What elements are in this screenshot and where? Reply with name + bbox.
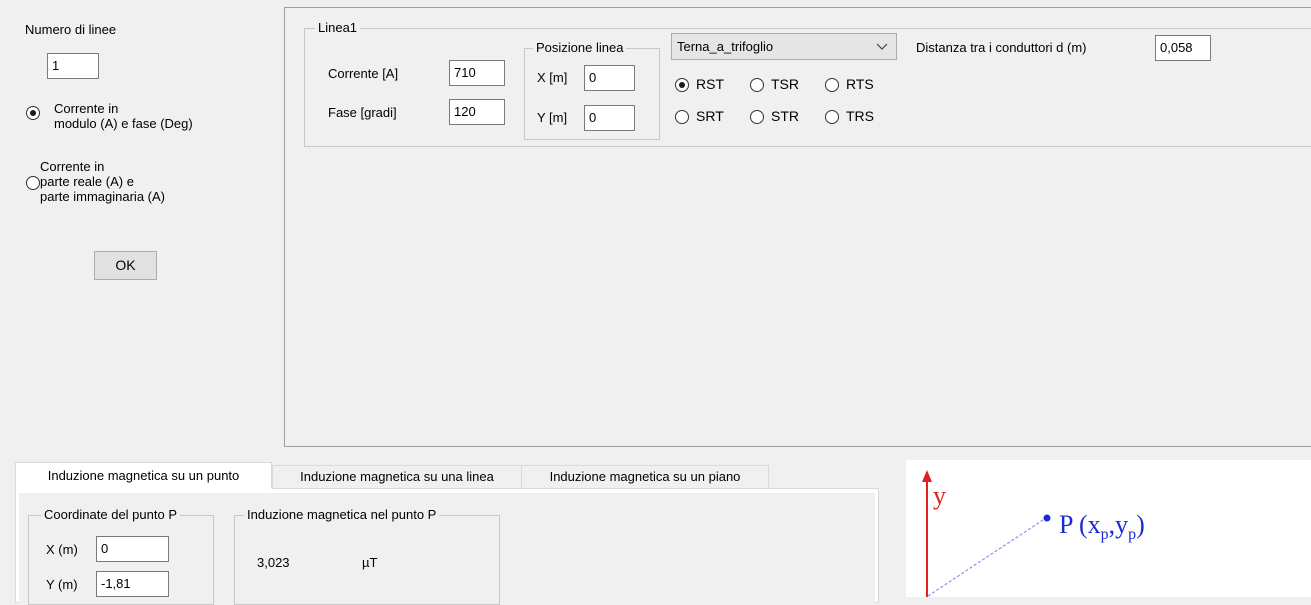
chevron-down-icon bbox=[876, 43, 888, 50]
point-x-label: X (m) bbox=[46, 542, 78, 557]
phase-order-radio-rts[interactable] bbox=[825, 78, 839, 92]
phase-order-radio-trs[interactable] bbox=[825, 110, 839, 124]
mode-label-modulo-fase: Corrente in modulo (A) e fase (Deg) bbox=[54, 101, 193, 131]
mode-label-reale-immag: Corrente in parte reale (A) e parte imma… bbox=[40, 159, 165, 204]
y-axis-arrow-icon bbox=[922, 470, 932, 482]
coordinate-diagram: y P (xp,yp) bbox=[906, 460, 1311, 597]
induction-group-title: Induzione magnetica nel punto P bbox=[244, 507, 440, 522]
config-select[interactable]: Terna_a_trifoglio bbox=[671, 33, 897, 60]
current-label: Corrente [A] bbox=[328, 66, 399, 81]
phase-order-label-rst: RST bbox=[696, 76, 724, 92]
mode-radio-reale-immag[interactable] bbox=[26, 176, 40, 190]
ok-button[interactable]: OK bbox=[94, 251, 157, 280]
tab-line[interactable]: Induzione magnetica su una linea bbox=[272, 465, 522, 489]
tab-plane[interactable]: Induzione magnetica su un piano bbox=[521, 465, 769, 489]
induction-unit: µT bbox=[362, 555, 378, 570]
phase-order-label-trs: TRS bbox=[846, 108, 874, 124]
phase-order-radio-str[interactable] bbox=[750, 110, 764, 124]
position-y-input[interactable]: 0 bbox=[584, 105, 635, 131]
tab-point[interactable]: Induzione magnetica su un punto bbox=[15, 462, 272, 489]
phase-order-label-srt: SRT bbox=[696, 108, 724, 124]
position-y-label: Y [m] bbox=[537, 110, 568, 125]
phase-order-label-rts: RTS bbox=[846, 76, 874, 92]
coords-group-title: Coordinate del punto P bbox=[41, 507, 180, 522]
distance-input[interactable]: 0,058 bbox=[1155, 35, 1211, 61]
point-p-dot bbox=[1043, 514, 1051, 522]
config-select-value: Terna_a_trifoglio bbox=[677, 39, 774, 54]
point-vector-line bbox=[927, 517, 1047, 597]
point-p-label: P (xp,yp) bbox=[1059, 510, 1145, 544]
phase-order-radio-tsr[interactable] bbox=[750, 78, 764, 92]
phase-label: Fase [gradi] bbox=[328, 105, 397, 120]
current-input[interactable]: 710 bbox=[449, 60, 505, 86]
position-x-label: X [m] bbox=[537, 70, 568, 85]
phase-input[interactable]: 120 bbox=[449, 99, 505, 125]
point-x-input[interactable]: 0 bbox=[96, 536, 169, 562]
num-lines-input[interactable]: 1 bbox=[47, 53, 99, 79]
num-lines-label: Numero di linee bbox=[25, 22, 117, 37]
position-group-title: Posizione linea bbox=[533, 40, 627, 55]
point-y-label: Y (m) bbox=[46, 577, 78, 592]
phase-order-radio-srt[interactable] bbox=[675, 110, 689, 124]
induction-value: 3,023 bbox=[257, 555, 290, 570]
y-axis-label: y bbox=[933, 481, 946, 510]
distance-label: Distanza tra i conduttori d (m) bbox=[916, 40, 1087, 55]
position-x-input[interactable]: 0 bbox=[584, 65, 635, 91]
phase-order-label-str: STR bbox=[771, 108, 799, 124]
line-group-title: Linea1 bbox=[315, 20, 361, 35]
point-y-input[interactable]: -1,81 bbox=[96, 571, 169, 597]
phase-order-radio-rst[interactable] bbox=[675, 78, 689, 92]
mode-radio-modulo-fase[interactable] bbox=[26, 106, 40, 120]
phase-order-label-tsr: TSR bbox=[771, 76, 799, 92]
